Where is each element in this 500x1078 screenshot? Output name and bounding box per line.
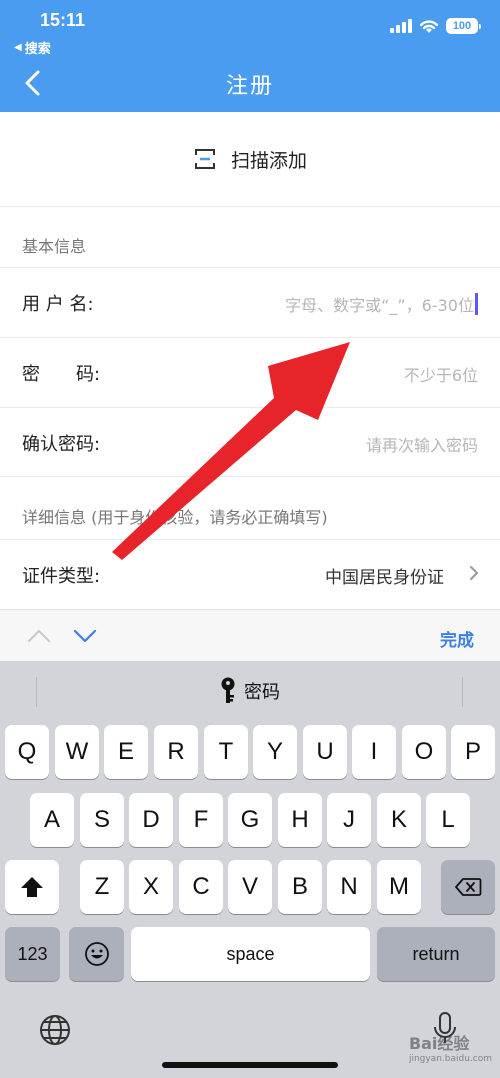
battery-icon: 100 bbox=[446, 18, 481, 34]
chevron-up-icon[interactable] bbox=[26, 626, 52, 646]
username-input[interactable]: 字母、数字或“_”，6-30位 bbox=[285, 292, 478, 316]
key-icon bbox=[221, 677, 235, 703]
scan-add-button[interactable]: 扫描添加 bbox=[0, 112, 500, 206]
emoji-key[interactable] bbox=[69, 927, 124, 981]
return-key[interactable]: return bbox=[377, 927, 495, 981]
keyboard: 密码 Q W E R T Y U I O P A S D F G H J K L… bbox=[0, 661, 500, 1078]
password-row: 密 码: 不少于6位 bbox=[0, 338, 500, 406]
scan-icon bbox=[194, 149, 215, 169]
globe-icon[interactable] bbox=[38, 1013, 72, 1047]
keyboard-accessory-bar: 完成 bbox=[0, 609, 500, 661]
username-row: 用 户 名: 字母、数字或“_”，6-30位 bbox=[0, 268, 500, 336]
page-title: 注册 bbox=[225, 74, 274, 99]
id-type-value: 中国居民身份证 bbox=[325, 568, 444, 588]
chevron-down-icon[interactable] bbox=[72, 626, 98, 646]
chevron-right-icon bbox=[470, 566, 478, 580]
key-p[interactable]: P bbox=[451, 725, 495, 779]
username-placeholder: 字母、数字或“_”，6-30位 bbox=[285, 296, 474, 315]
detail-info-heading: 详细信息 (用于身份核验，请务必正确填写) bbox=[22, 508, 328, 527]
key-u[interactable]: U bbox=[303, 725, 347, 779]
key-k[interactable]: K bbox=[377, 793, 421, 847]
wifi-icon bbox=[419, 19, 439, 33]
password-label: 密 码: bbox=[22, 364, 101, 385]
key-y[interactable]: Y bbox=[253, 725, 297, 779]
signal-icon bbox=[390, 19, 412, 33]
id-type-row[interactable]: 证件类型: 中国居民身份证 bbox=[0, 540, 500, 608]
key-i[interactable]: I bbox=[352, 725, 396, 779]
id-type-label: 证件类型: bbox=[22, 566, 101, 587]
suggestion-bar: 密码 bbox=[0, 661, 500, 719]
divider bbox=[0, 476, 500, 477]
key-j[interactable]: J bbox=[327, 793, 371, 847]
key-b[interactable]: B bbox=[278, 860, 322, 914]
divider bbox=[0, 206, 500, 207]
confirm-password-row: 确认密码: 请再次输入密码 bbox=[0, 408, 500, 476]
key-d[interactable]: D bbox=[129, 793, 173, 847]
watermark: Bai经验 jingyan.baidu.com bbox=[409, 1030, 492, 1064]
back-triangle-icon: ◀ bbox=[14, 42, 22, 53]
backspace-icon bbox=[455, 878, 482, 896]
text-cursor bbox=[475, 293, 478, 315]
key-o[interactable]: O bbox=[402, 725, 446, 779]
status-icons: 100 bbox=[390, 18, 481, 34]
confirm-password-label: 确认密码: bbox=[22, 434, 101, 455]
confirm-password-input[interactable]: 请再次输入密码 bbox=[366, 432, 478, 456]
username-label: 用 户 名: bbox=[22, 294, 94, 315]
key-v[interactable]: V bbox=[228, 860, 272, 914]
key-f[interactable]: F bbox=[179, 793, 223, 847]
key-l[interactable]: L bbox=[426, 793, 470, 847]
backspace-key[interactable] bbox=[441, 860, 495, 914]
key-h[interactable]: H bbox=[278, 793, 322, 847]
key-s[interactable]: S bbox=[80, 793, 124, 847]
done-button[interactable]: 完成 bbox=[440, 626, 474, 651]
key-r[interactable]: R bbox=[154, 725, 198, 779]
numbers-key[interactable]: 123 bbox=[5, 927, 60, 981]
key-m[interactable]: M bbox=[377, 860, 421, 914]
password-input[interactable]: 不少于6位 bbox=[404, 362, 478, 386]
key-e[interactable]: E bbox=[104, 725, 148, 779]
home-indicator bbox=[162, 1062, 338, 1068]
basic-info-heading: 基本信息 bbox=[22, 237, 87, 256]
scan-add-label: 扫描添加 bbox=[230, 149, 307, 172]
key-w[interactable]: W bbox=[55, 725, 99, 779]
key-x[interactable]: X bbox=[129, 860, 173, 914]
back-to-app-link[interactable]: ◀ 搜索 bbox=[14, 38, 51, 57]
password-suggestion[interactable]: 密码 bbox=[0, 677, 500, 705]
key-c[interactable]: C bbox=[179, 860, 223, 914]
key-t[interactable]: T bbox=[204, 725, 248, 779]
watermark-url: jingyan.baidu.com bbox=[408, 1054, 492, 1064]
key-n[interactable]: N bbox=[327, 860, 371, 914]
key-a[interactable]: A bbox=[30, 793, 74, 847]
emoji-icon bbox=[84, 942, 109, 966]
nav-bar: 15:11 ◀ 搜索 100 注册 bbox=[0, 0, 500, 112]
key-q[interactable]: Q bbox=[5, 725, 49, 779]
watermark-brand: Bai经验 bbox=[408, 1034, 470, 1053]
status-time: 15:11 bbox=[40, 10, 86, 30]
suggestion-label: 密码 bbox=[244, 682, 280, 703]
key-g[interactable]: G bbox=[228, 793, 272, 847]
back-app-label: 搜索 bbox=[24, 42, 51, 57]
space-key[interactable]: space bbox=[131, 927, 370, 981]
shift-key[interactable] bbox=[5, 860, 59, 914]
key-z[interactable]: Z bbox=[80, 860, 124, 914]
shift-icon bbox=[21, 877, 43, 897]
